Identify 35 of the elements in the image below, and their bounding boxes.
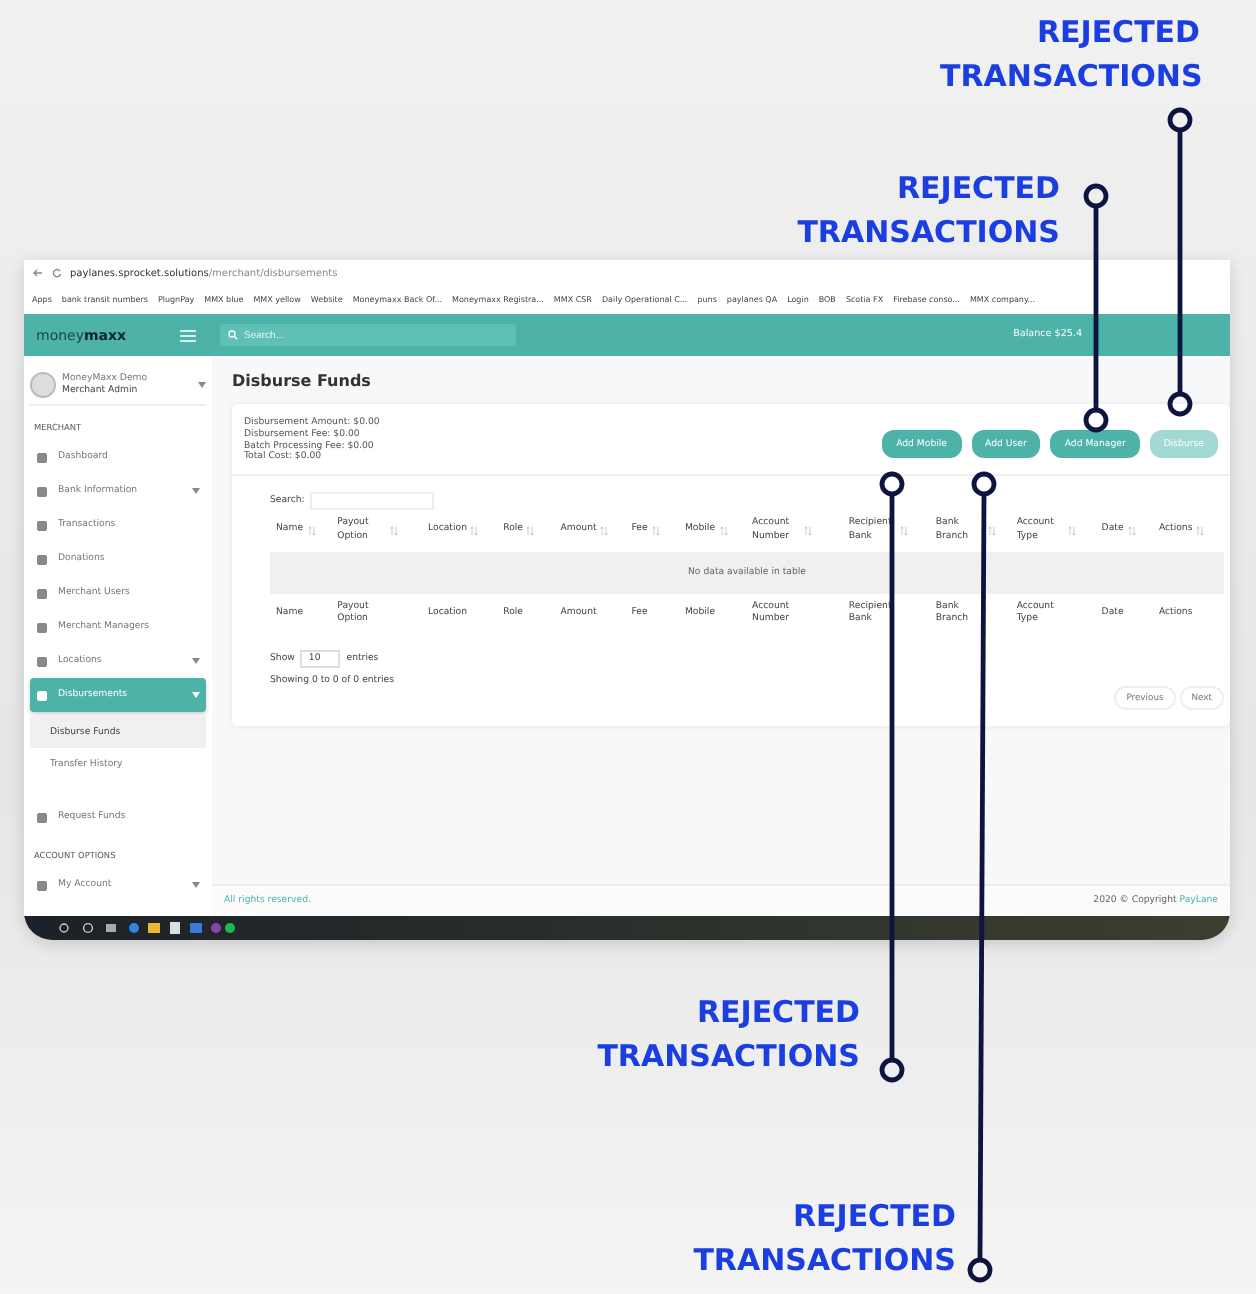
back-icon[interactable]	[32, 268, 44, 278]
sort-icon[interactable]	[987, 526, 996, 537]
square-icon	[36, 485, 48, 497]
sort-icon[interactable]	[719, 526, 728, 537]
reload-icon[interactable]	[52, 268, 62, 278]
callout-label: REJECTED TRANSACTIONS	[940, 12, 1200, 98]
sort-icon[interactable]	[600, 526, 609, 537]
square-icon	[36, 879, 48, 891]
callout-label: REJECTED TRANSACTIONS	[795, 168, 1060, 254]
sort-icon[interactable]	[307, 526, 316, 537]
search-icon	[228, 330, 238, 340]
square-icon	[36, 553, 48, 565]
caret-icon[interactable]	[198, 381, 206, 387]
callout-label: REJECTED TRANSACTIONS	[691, 1196, 956, 1282]
sort-icon[interactable]	[1068, 526, 1077, 537]
sort-icon[interactable]	[1127, 526, 1136, 537]
avatar-icon	[30, 371, 56, 397]
square-icon	[36, 811, 48, 823]
square-icon	[36, 451, 48, 463]
square-icon	[36, 655, 48, 667]
square-icon	[36, 519, 48, 531]
callout-label: REJECTED TRANSACTIONS	[595, 992, 860, 1078]
sort-icon[interactable]	[651, 526, 660, 537]
sort-icon[interactable]	[900, 526, 909, 537]
sort-icon[interactable]	[804, 526, 813, 537]
menu-icon[interactable]	[180, 329, 196, 341]
sort-icon[interactable]	[470, 526, 479, 537]
square-icon	[36, 587, 48, 599]
square-icon	[36, 621, 48, 633]
square-icon	[36, 689, 48, 701]
sort-icon[interactable]	[526, 526, 535, 537]
sort-icon[interactable]	[1196, 526, 1205, 537]
sort-icon[interactable]	[389, 526, 398, 537]
page-title: Disburse Funds	[232, 372, 373, 390]
taskbar-icons-drawing[interactable]	[56, 920, 236, 936]
